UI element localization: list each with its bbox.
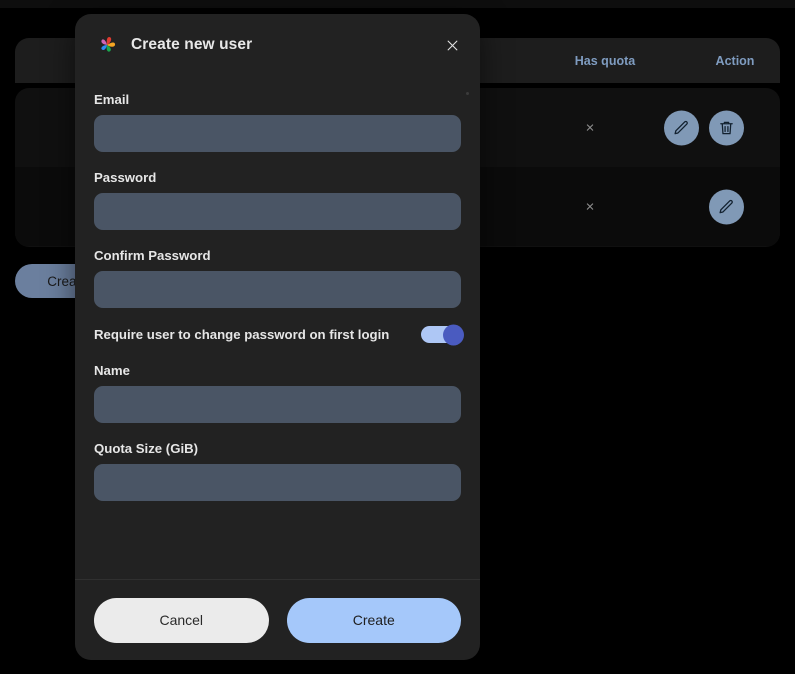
- scroll-indicator-dot: [466, 92, 469, 95]
- edit-pencil-icon: [673, 119, 690, 136]
- dialog-header: Create new user: [75, 14, 480, 76]
- require-password-change-toggle[interactable]: [421, 324, 464, 345]
- require-password-change-label: Require user to change password on first…: [94, 327, 390, 342]
- require-password-change-row: Require user to change password on first…: [94, 324, 464, 345]
- toggle-knob: [443, 324, 464, 345]
- dialog-body: Email Password Confirm Password Require …: [75, 76, 480, 579]
- delete-user-button[interactable]: [709, 110, 744, 145]
- edit-pencil-icon: [718, 198, 735, 215]
- edit-user-button[interactable]: [709, 189, 744, 224]
- dialog-title: Create new user: [131, 36, 253, 53]
- close-dialog-button[interactable]: [437, 30, 467, 60]
- name-input[interactable]: [94, 386, 461, 423]
- field-confirm-password: Confirm Password: [94, 248, 461, 308]
- field-label-quota-size: Quota Size (GiB): [94, 441, 199, 456]
- password-input[interactable]: [94, 193, 461, 230]
- app-root: Has quota Action × × Create Create new u…: [0, 0, 795, 674]
- field-quota-size: Quota Size (GiB): [94, 441, 461, 501]
- email-input[interactable]: [94, 115, 461, 152]
- confirm-password-input[interactable]: [94, 271, 461, 308]
- column-header-action: Action: [715, 53, 755, 68]
- dialog-footer: Cancel Create: [75, 579, 480, 660]
- field-email: Email: [94, 92, 461, 152]
- field-label-password: Password: [94, 170, 157, 185]
- field-password: Password: [94, 170, 461, 230]
- create-new-user-dialog: Create new user Email Password Confirm P…: [75, 14, 480, 660]
- has-quota-cell: ×: [585, 119, 595, 136]
- has-quota-cell: ×: [585, 198, 595, 215]
- row-actions: [664, 110, 744, 145]
- field-label-name: Name: [94, 363, 130, 378]
- immich-pinwheel-logo-icon: [94, 32, 120, 58]
- create-button[interactable]: Create: [286, 597, 461, 643]
- edit-user-button[interactable]: [664, 110, 699, 145]
- field-name: Name: [94, 363, 461, 423]
- delete-trash-icon: [718, 119, 735, 136]
- cancel-button[interactable]: Cancel: [94, 597, 269, 643]
- quota-size-input[interactable]: [94, 464, 461, 501]
- field-label-email: Email: [94, 92, 130, 107]
- row-actions: [709, 189, 744, 224]
- column-header-has-quota: Has quota: [574, 53, 636, 68]
- close-x-icon: [445, 38, 460, 53]
- field-label-confirm-password: Confirm Password: [94, 248, 211, 263]
